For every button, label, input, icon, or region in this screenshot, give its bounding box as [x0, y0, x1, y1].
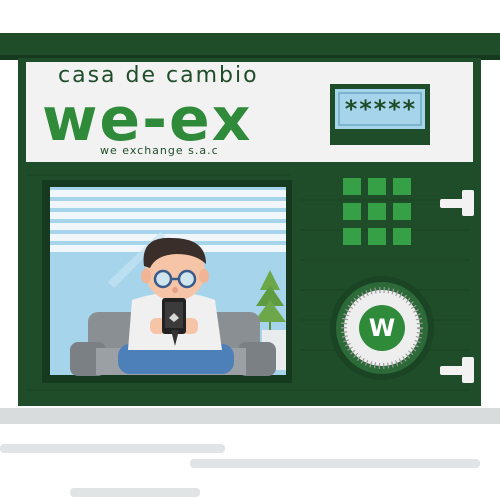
- keypad-key-9[interactable]: [393, 228, 411, 245]
- keypad-key-6[interactable]: [393, 203, 411, 220]
- ground-strip: [0, 408, 500, 424]
- display-readout: *****: [343, 95, 417, 123]
- dial-logo: W: [368, 314, 396, 342]
- keypad-key-5[interactable]: [368, 203, 386, 220]
- company-name: we exchange s.a.c: [100, 144, 219, 157]
- keypad-key-4[interactable]: [343, 203, 361, 220]
- keypad: [343, 178, 411, 245]
- keypad-key-8[interactable]: [368, 228, 386, 245]
- ground-line-3: [70, 488, 200, 497]
- ground-line-1: [0, 444, 225, 453]
- keypad-key-7[interactable]: [343, 228, 361, 245]
- keypad-key-3[interactable]: [393, 178, 411, 195]
- keypad-key-2[interactable]: [368, 178, 386, 195]
- ground-line-2: [190, 459, 480, 468]
- keypad-key-1[interactable]: [343, 178, 361, 195]
